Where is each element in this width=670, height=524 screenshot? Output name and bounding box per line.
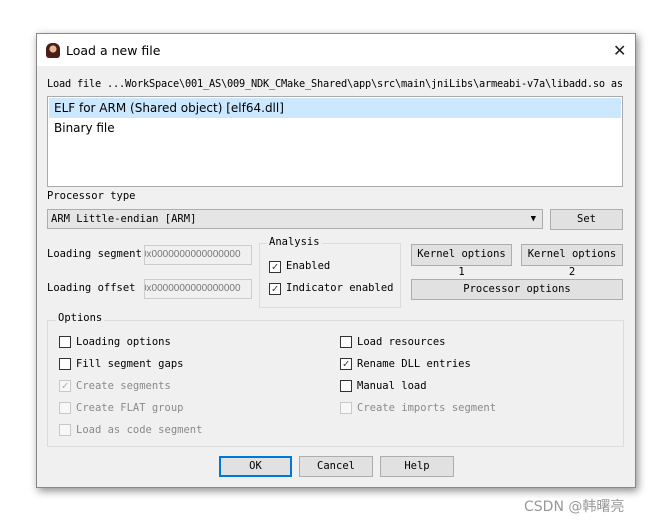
list-item[interactable]: ELF for ARM (Shared object) [elf64.dll] (49, 98, 621, 118)
create-imports-segment-checkbox (340, 402, 352, 414)
loading-segment-label: Loading segment (47, 248, 142, 260)
fill-segment-gaps-checkbox[interactable] (59, 358, 71, 370)
load-resources-label: Load resources (357, 336, 446, 348)
watermark: CSDN @韩曙亮 (524, 499, 625, 515)
cancel-button[interactable]: Cancel (299, 456, 373, 477)
create-flat-group-label: Create FLAT group (76, 402, 184, 414)
set-button[interactable]: Set (550, 209, 623, 230)
app-icon (46, 43, 60, 58)
enabled-checkbox[interactable]: ✓ (269, 261, 281, 273)
manual-load-label: Manual load (357, 380, 427, 392)
load-file-dialog: Load a new file ✕ Load file ...WorkSpace… (36, 33, 636, 488)
indicator-enabled-checkbox[interactable]: ✓ (269, 283, 281, 295)
analysis-group (259, 243, 401, 308)
processor-type-label: Processor type (47, 190, 136, 202)
loading-options-checkbox[interactable] (59, 336, 71, 348)
window-title: Load a new file (66, 43, 161, 58)
analysis-group-title: Analysis (267, 236, 322, 248)
processor-type-select[interactable]: ARM Little-endian [ARM] ▼ (47, 209, 543, 229)
kernel-options-2-button[interactable]: Kernel options 2 (521, 244, 623, 278)
load-as-code-segment-label: Load as code segment (76, 424, 203, 436)
loading-segment-field[interactable]: 0x0000000000000000 (144, 245, 252, 265)
options-group-title: Options (56, 312, 105, 324)
loading-offset-label: Loading offset (47, 282, 136, 294)
enabled-label: Enabled (286, 260, 331, 272)
rename-dll-entries-checkbox[interactable]: ✓ (340, 358, 352, 370)
ok-button[interactable]: OK (219, 456, 292, 477)
create-segments-checkbox: ✓ (59, 380, 71, 392)
title-bar: Load a new file ✕ (37, 34, 635, 66)
load-file-label: Load file ...WorkSpace\001_AS\009_NDK_CM… (47, 78, 623, 90)
indicator-enabled-label: Indicator enabled (286, 282, 394, 294)
loading-offset-field[interactable]: 0x0000000000000000 (144, 279, 252, 299)
list-item[interactable]: Binary file (49, 118, 115, 138)
create-flat-group-checkbox (59, 402, 71, 414)
chevron-down-icon: ▼ (530, 214, 536, 224)
processor-options-button[interactable]: Processor options (411, 279, 623, 300)
manual-load-checkbox[interactable] (340, 380, 352, 392)
kernel-options-1-button[interactable]: Kernel options 1 (411, 244, 512, 278)
rename-dll-entries-label: Rename DLL entries (357, 358, 471, 370)
create-imports-segment-label: Create imports segment (357, 402, 497, 414)
format-list[interactable]: ELF for ARM (Shared object) [elf64.dll] … (47, 96, 623, 187)
load-resources-checkbox[interactable] (340, 336, 352, 348)
load-as-code-segment-checkbox (59, 424, 71, 436)
fill-segment-gaps-label: Fill segment gaps (76, 358, 184, 370)
close-icon[interactable]: ✕ (613, 41, 626, 60)
help-button[interactable]: Help (380, 456, 454, 477)
create-segments-label: Create segments (76, 380, 171, 392)
loading-options-label: Loading options (76, 336, 171, 348)
processor-type-value: ARM Little-endian [ARM] (51, 213, 197, 225)
